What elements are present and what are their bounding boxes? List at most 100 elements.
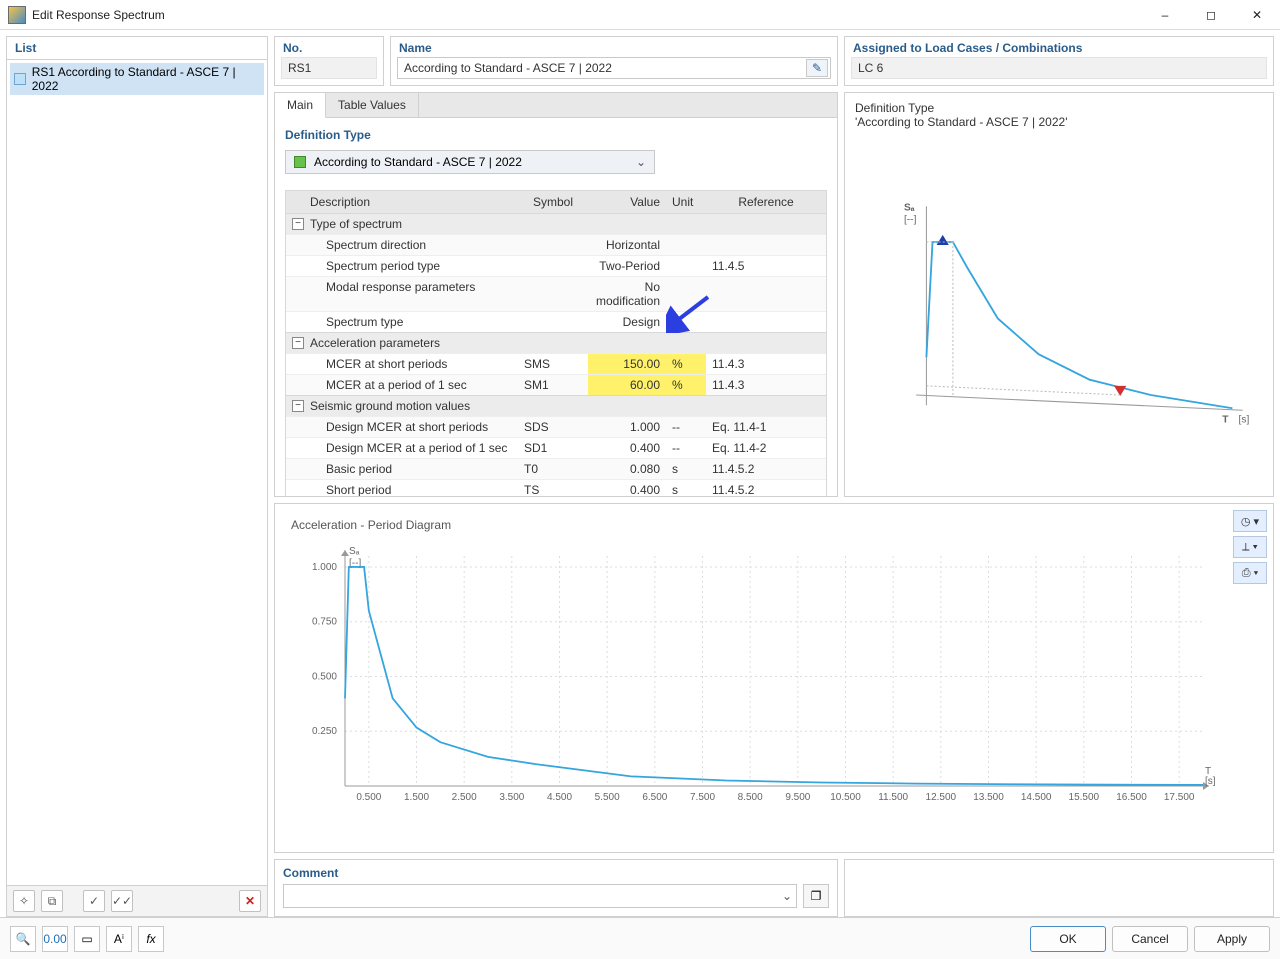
svg-text:7.500: 7.500 — [690, 792, 715, 803]
check-button[interactable]: ✓ — [83, 890, 105, 912]
name-box: Name According to Standard - ASCE 7 | 20… — [390, 36, 838, 86]
table-row[interactable]: Spectrum directionHorizontal — [286, 234, 826, 255]
svg-text:13.500: 13.500 — [973, 792, 1004, 803]
table-row[interactable]: Basic periodT00.080s11.4.5.2 — [286, 458, 826, 479]
svg-text:11.500: 11.500 — [878, 792, 908, 803]
definition-type-title: Definition Type — [285, 126, 827, 144]
chart-zoom-button[interactable]: ◷ ▾ — [1233, 510, 1267, 532]
table-row[interactable]: Short periodTS0.400s11.4.5.2 — [286, 479, 826, 496]
svg-text:14.500: 14.500 — [1021, 792, 1052, 803]
table-row[interactable]: Design MCER at a period of 1 secSD10.400… — [286, 437, 826, 458]
group-type-of-spectrum[interactable]: −Type of spectrum — [286, 213, 826, 234]
ok-button[interactable]: OK — [1030, 926, 1106, 952]
preview-panel: Definition Type 'According to Standard -… — [844, 92, 1274, 497]
svg-text:17.500: 17.500 — [1164, 792, 1195, 803]
table-row[interactable]: MCER at a period of 1 secSM160.00%11.4.3 — [286, 374, 826, 395]
group-acceleration-parameters[interactable]: −Acceleration parameters — [286, 332, 826, 353]
comment-box: Comment ⌄ ❐ — [274, 859, 838, 917]
chart-title: Acceleration - Period Diagram — [291, 518, 1223, 532]
list-item-label: RS1 According to Standard - ASCE 7 | 202… — [32, 65, 260, 93]
table-row[interactable]: Modal response parametersNo modification — [286, 276, 826, 311]
svg-text:6.500: 6.500 — [642, 792, 667, 803]
cancel-button[interactable]: Cancel — [1112, 926, 1188, 952]
svg-text:1.500: 1.500 — [404, 792, 429, 803]
svg-text:3.500: 3.500 — [499, 792, 524, 803]
svg-text:Sₐ: Sₐ — [904, 202, 915, 213]
apply-button[interactable]: Apply — [1194, 926, 1270, 952]
svg-text:1.000: 1.000 — [312, 562, 337, 573]
list-toolbar: ✧ ⧉ ✓ ✓✓ ✕ — [7, 885, 267, 916]
table-header: Description Symbol Value Unit Reference — [286, 191, 826, 213]
col-reference: Reference — [706, 191, 826, 213]
chart-axes-button[interactable]: ⟂ ▾ — [1233, 536, 1267, 558]
svg-text:0.500: 0.500 — [356, 792, 381, 803]
table-row[interactable]: Spectrum period typeTwo-Period11.4.5 — [286, 255, 826, 276]
name-input[interactable]: According to Standard - ASCE 7 | 2022 ✎ — [397, 57, 831, 79]
list-body: RS1 According to Standard - ASCE 7 | 202… — [7, 60, 267, 885]
name-value: According to Standard - ASCE 7 | 2022 — [404, 61, 612, 75]
chart-print-button[interactable]: ⎙ ▾ — [1233, 562, 1267, 584]
collapse-icon[interactable]: − — [292, 218, 304, 230]
collapse-icon[interactable]: − — [292, 337, 304, 349]
collapse-icon[interactable]: − — [292, 400, 304, 412]
comment-label: Comment — [283, 864, 829, 884]
window-title: Edit Response Spectrum — [32, 8, 165, 22]
definition-type-value: According to Standard - ASCE 7 | 2022 — [314, 155, 522, 169]
assigned-value: LC 6 — [851, 57, 1267, 79]
svg-text:[s]: [s] — [1205, 776, 1216, 787]
font-button[interactable]: Aⁱ — [106, 926, 132, 952]
close-button[interactable]: ✕ — [1234, 0, 1280, 30]
spectrum-color-swatch — [14, 73, 26, 85]
svg-text:4.500: 4.500 — [547, 792, 572, 803]
maximize-button[interactable]: ◻ — [1188, 0, 1234, 30]
comment-edit-button[interactable]: ❐ — [803, 884, 829, 908]
comment-input[interactable]: ⌄ — [283, 884, 797, 908]
no-label: No. — [275, 37, 383, 57]
svg-text:15.500: 15.500 — [1069, 792, 1100, 803]
group-seismic-ground-motion[interactable]: −Seismic ground motion values — [286, 395, 826, 416]
assigned-box: Assigned to Load Cases / Combinations LC… — [844, 36, 1274, 86]
svg-text:10.500: 10.500 — [830, 792, 861, 803]
titlebar: Edit Response Spectrum – ◻ ✕ — [0, 0, 1280, 30]
chevron-down-icon: ⌄ — [636, 155, 646, 169]
col-value: Value — [588, 191, 666, 213]
svg-text:[--]: [--] — [904, 215, 917, 226]
rename-button[interactable]: ✎ — [806, 59, 828, 77]
definition-type-select[interactable]: According to Standard - ASCE 7 | 2022 ⌄ — [285, 150, 655, 174]
chart-plot: 0.2500.5000.7501.0000.5001.5002.5003.500… — [285, 536, 1223, 826]
duplicate-item-button[interactable]: ⧉ — [41, 890, 63, 912]
view-button[interactable]: ▭ — [74, 926, 100, 952]
preview-deftype-value: 'According to Standard - ASCE 7 | 2022' — [855, 115, 1263, 129]
acceleration-period-chart: Acceleration - Period Diagram 0.250 0.500… — [274, 503, 1274, 853]
new-item-button[interactable]: ✧ — [13, 890, 35, 912]
svg-text:0.250: 0.250 — [312, 726, 337, 737]
col-description: Description — [286, 191, 518, 213]
svg-text:0.500: 0.500 — [312, 671, 337, 682]
check-all-button[interactable]: ✓✓ — [111, 890, 133, 912]
svg-text:T: T — [1222, 415, 1229, 426]
main-editor: Main Table Values Definition Type Accord… — [274, 92, 838, 497]
app-icon — [8, 6, 26, 24]
chevron-down-icon: ⌄ — [782, 889, 792, 903]
svg-text:Sₐ: Sₐ — [349, 546, 360, 557]
svg-text:12.500: 12.500 — [926, 792, 957, 803]
table-row[interactable]: Design MCER at short periodsSDS1.000--Eq… — [286, 416, 826, 437]
tab-table-values[interactable]: Table Values — [326, 93, 419, 117]
col-symbol: Symbol — [518, 191, 588, 213]
definition-color-swatch — [294, 156, 306, 168]
formula-button[interactable]: fx — [138, 926, 164, 952]
no-value: RS1 — [281, 57, 377, 79]
table-row[interactable]: Spectrum typeDesign — [286, 311, 826, 332]
help-button[interactable]: 🔍 — [10, 926, 36, 952]
list-item[interactable]: RS1 According to Standard - ASCE 7 | 202… — [10, 63, 264, 95]
name-label: Name — [391, 37, 837, 57]
svg-text:[s]: [s] — [1239, 415, 1250, 426]
tab-main[interactable]: Main — [275, 93, 326, 118]
list-panel: List RS1 According to Standard - ASCE 7 … — [6, 36, 268, 917]
delete-item-button[interactable]: ✕ — [239, 890, 261, 912]
svg-text:5.500: 5.500 — [595, 792, 620, 803]
minimize-button[interactable]: – — [1142, 0, 1188, 30]
units-button[interactable]: 0.00 — [42, 926, 68, 952]
dialog-footer: 🔍 0.00 ▭ Aⁱ fx OK Cancel Apply — [0, 917, 1280, 959]
table-row[interactable]: MCER at short periodsSMS150.00%11.4.3 — [286, 353, 826, 374]
